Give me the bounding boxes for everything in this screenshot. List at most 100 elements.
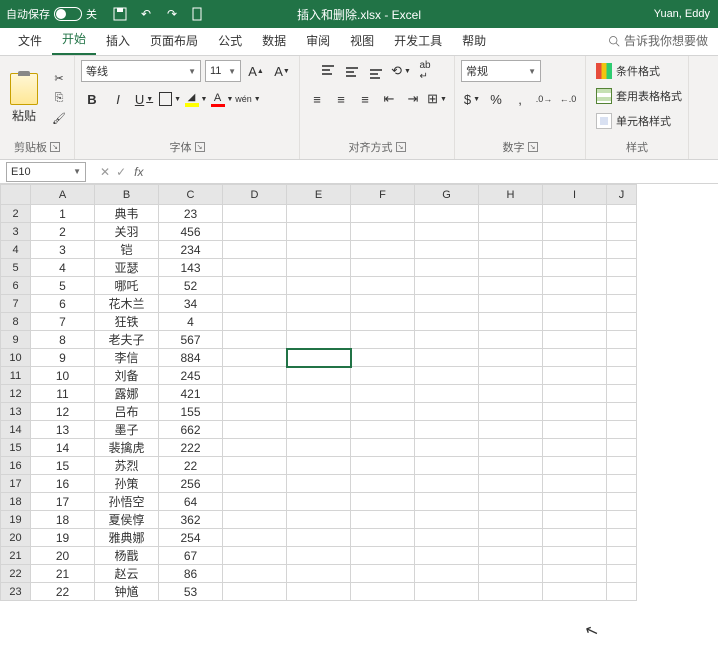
cell-F7[interactable] bbox=[351, 295, 415, 313]
cell-B19[interactable]: 夏侯惇 bbox=[95, 511, 159, 529]
cell-J9[interactable] bbox=[607, 331, 637, 349]
cell-C3[interactable]: 456 bbox=[159, 223, 223, 241]
cell-E19[interactable] bbox=[287, 511, 351, 529]
cell-I23[interactable] bbox=[543, 583, 607, 601]
cell-C6[interactable]: 52 bbox=[159, 277, 223, 295]
cell-I13[interactable] bbox=[543, 403, 607, 421]
cell-D9[interactable] bbox=[223, 331, 287, 349]
cell-D19[interactable] bbox=[223, 511, 287, 529]
formula-input[interactable] bbox=[149, 162, 718, 182]
cell-B15[interactable]: 裴擒虎 bbox=[95, 439, 159, 457]
cell-C23[interactable]: 53 bbox=[159, 583, 223, 601]
cell-C20[interactable]: 254 bbox=[159, 529, 223, 547]
cell-H20[interactable] bbox=[479, 529, 543, 547]
cell-E11[interactable] bbox=[287, 367, 351, 385]
cell-H22[interactable] bbox=[479, 565, 543, 583]
cell-A22[interactable]: 21 bbox=[31, 565, 95, 583]
cell-E17[interactable] bbox=[287, 475, 351, 493]
cell-D4[interactable] bbox=[223, 241, 287, 259]
cell-J16[interactable] bbox=[607, 457, 637, 475]
cell-B3[interactable]: 关羽 bbox=[95, 223, 159, 241]
fx-icon[interactable]: fx bbox=[134, 165, 143, 179]
decrease-decimal-button[interactable]: ←.0 bbox=[557, 88, 579, 110]
col-header-H[interactable]: H bbox=[479, 185, 543, 205]
cell-A23[interactable]: 22 bbox=[31, 583, 95, 601]
row-header-16[interactable]: 16 bbox=[1, 457, 31, 475]
cell-J8[interactable] bbox=[607, 313, 637, 331]
cell-J6[interactable] bbox=[607, 277, 637, 295]
cell-E14[interactable] bbox=[287, 421, 351, 439]
cell-F3[interactable] bbox=[351, 223, 415, 241]
cell-H17[interactable] bbox=[479, 475, 543, 493]
cell-B13[interactable]: 吕布 bbox=[95, 403, 159, 421]
cell-I11[interactable] bbox=[543, 367, 607, 385]
cell-E21[interactable] bbox=[287, 547, 351, 565]
cell-B10[interactable]: 李信 bbox=[95, 349, 159, 367]
cell-E13[interactable] bbox=[287, 403, 351, 421]
cell-B2[interactable]: 典韦 bbox=[95, 205, 159, 223]
cell-F19[interactable] bbox=[351, 511, 415, 529]
row-header-23[interactable]: 23 bbox=[1, 583, 31, 601]
cell-J23[interactable] bbox=[607, 583, 637, 601]
row-header-11[interactable]: 11 bbox=[1, 367, 31, 385]
cell-C17[interactable]: 256 bbox=[159, 475, 223, 493]
cell-F15[interactable] bbox=[351, 439, 415, 457]
cell-J20[interactable] bbox=[607, 529, 637, 547]
cell-D13[interactable] bbox=[223, 403, 287, 421]
col-header-J[interactable]: J bbox=[607, 185, 637, 205]
row-header-6[interactable]: 6 bbox=[1, 277, 31, 295]
redo-icon[interactable]: ↷ bbox=[165, 7, 179, 21]
cell-H16[interactable] bbox=[479, 457, 543, 475]
cell-H12[interactable] bbox=[479, 385, 543, 403]
touch-mode-icon[interactable] bbox=[191, 7, 205, 21]
cell-I3[interactable] bbox=[543, 223, 607, 241]
cell-E20[interactable] bbox=[287, 529, 351, 547]
cell-C2[interactable]: 23 bbox=[159, 205, 223, 223]
align-top-button[interactable] bbox=[318, 60, 340, 82]
cell-I8[interactable] bbox=[543, 313, 607, 331]
accounting-button[interactable]: $▼ bbox=[461, 88, 483, 110]
font-size-combo[interactable]: 11▼ bbox=[205, 60, 241, 82]
cell-B5[interactable]: 亚瑟 bbox=[95, 259, 159, 277]
cell-A15[interactable]: 14 bbox=[31, 439, 95, 457]
cell-I20[interactable] bbox=[543, 529, 607, 547]
cell-E3[interactable] bbox=[287, 223, 351, 241]
row-header-17[interactable]: 17 bbox=[1, 475, 31, 493]
cell-F2[interactable] bbox=[351, 205, 415, 223]
cell-G7[interactable] bbox=[415, 295, 479, 313]
cell-E12[interactable] bbox=[287, 385, 351, 403]
font-color-button[interactable]: A▼ bbox=[211, 88, 233, 110]
cell-I4[interactable] bbox=[543, 241, 607, 259]
cell-C12[interactable]: 421 bbox=[159, 385, 223, 403]
cell-A20[interactable]: 19 bbox=[31, 529, 95, 547]
cell-A2[interactable]: 1 bbox=[31, 205, 95, 223]
cell-I12[interactable] bbox=[543, 385, 607, 403]
cell-J18[interactable] bbox=[607, 493, 637, 511]
cell-C5[interactable]: 143 bbox=[159, 259, 223, 277]
cell-D14[interactable] bbox=[223, 421, 287, 439]
cell-C4[interactable]: 234 bbox=[159, 241, 223, 259]
cell-B16[interactable]: 苏烈 bbox=[95, 457, 159, 475]
cell-E4[interactable] bbox=[287, 241, 351, 259]
align-middle-button[interactable] bbox=[342, 60, 364, 82]
cell-F4[interactable] bbox=[351, 241, 415, 259]
cell-D10[interactable] bbox=[223, 349, 287, 367]
cell-A10[interactable]: 9 bbox=[31, 349, 95, 367]
cell-J3[interactable] bbox=[607, 223, 637, 241]
font-name-combo[interactable]: 等线▼ bbox=[81, 60, 201, 82]
row-header-4[interactable]: 4 bbox=[1, 241, 31, 259]
cell-A14[interactable]: 13 bbox=[31, 421, 95, 439]
italic-button[interactable]: I bbox=[107, 88, 129, 110]
autosave-toggle[interactable]: 自动保存 关 bbox=[0, 6, 103, 22]
row-header-8[interactable]: 8 bbox=[1, 313, 31, 331]
cell-J22[interactable] bbox=[607, 565, 637, 583]
cell-I18[interactable] bbox=[543, 493, 607, 511]
align-center-button[interactable]: ≡ bbox=[330, 88, 352, 110]
cell-G21[interactable] bbox=[415, 547, 479, 565]
cell-A8[interactable]: 7 bbox=[31, 313, 95, 331]
clipboard-launcher[interactable]: ↘ bbox=[50, 142, 60, 152]
cell-B20[interactable]: 雅典娜 bbox=[95, 529, 159, 547]
cell-H23[interactable] bbox=[479, 583, 543, 601]
cell-J13[interactable] bbox=[607, 403, 637, 421]
cell-C16[interactable]: 22 bbox=[159, 457, 223, 475]
